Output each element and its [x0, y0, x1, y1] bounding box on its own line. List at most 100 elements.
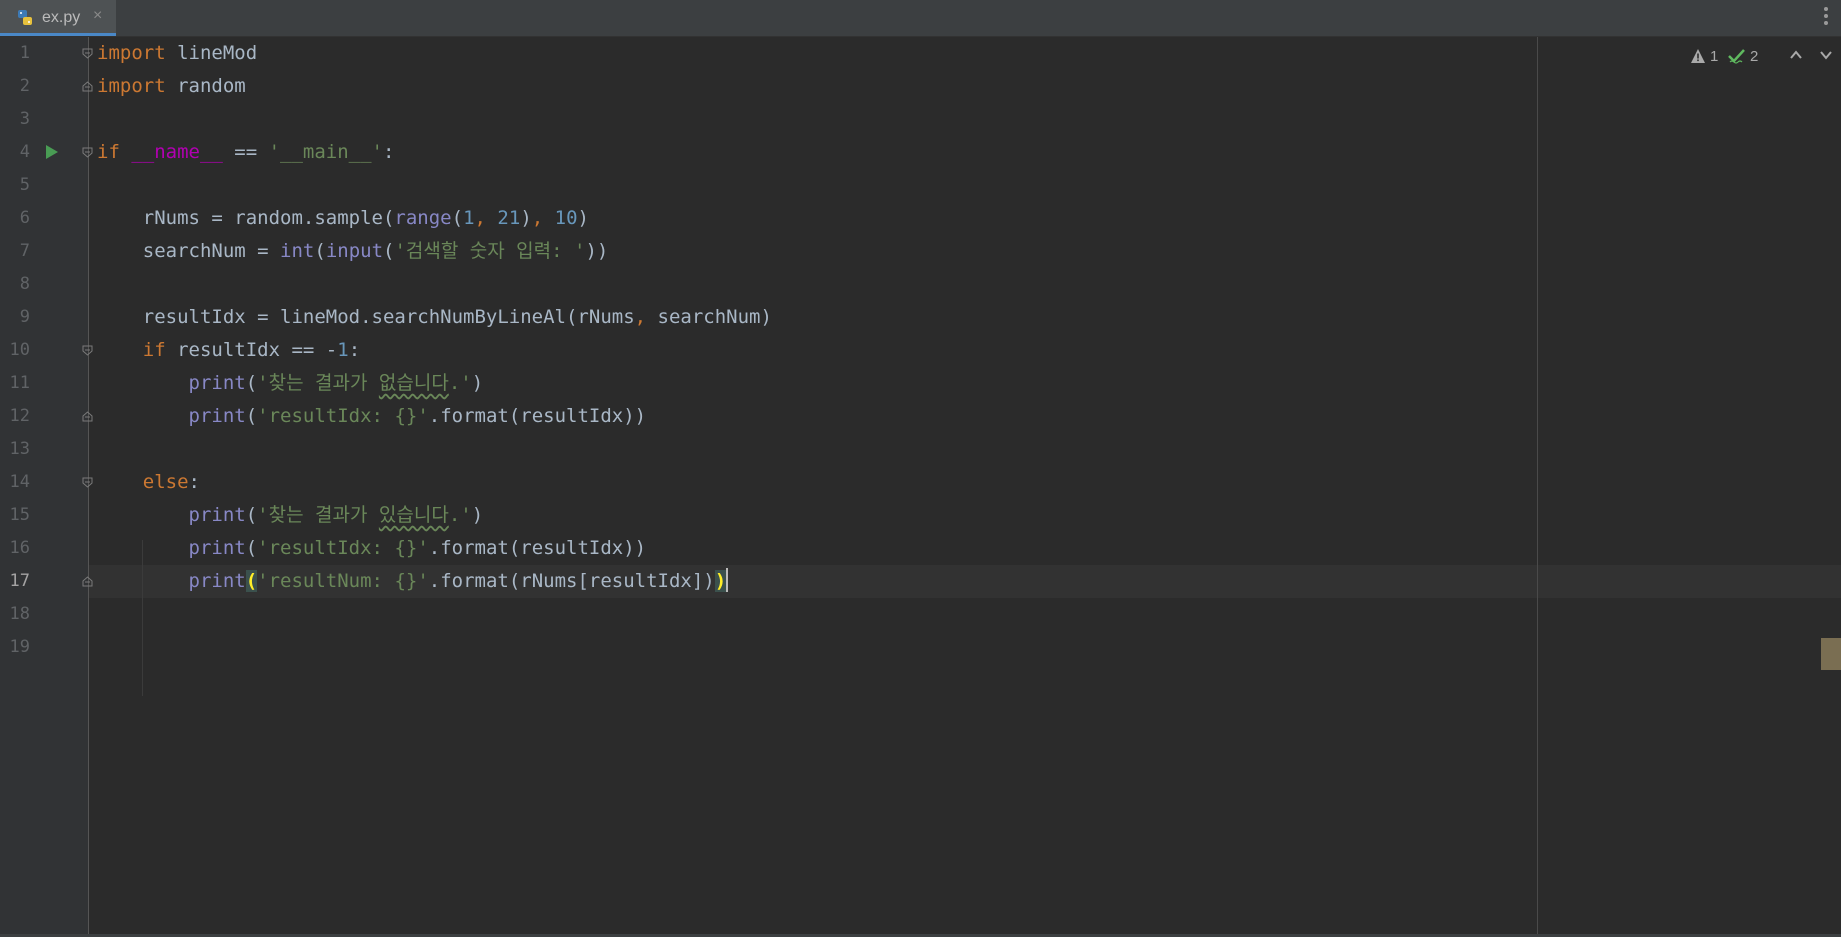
line-number: 3 — [19, 109, 30, 129]
code-token: : — [348, 339, 361, 361]
code-token: ( — [451, 207, 464, 229]
code-token: )) — [585, 240, 609, 262]
code-token: import — [97, 75, 178, 97]
warning-icon — [1691, 49, 1705, 63]
line-number: 8 — [19, 274, 30, 294]
line-number: 19 — [9, 637, 30, 657]
code-token: 10 — [554, 207, 578, 229]
weak-warning-count: 2 — [1750, 48, 1759, 65]
close-tab-icon[interactable]: × — [93, 7, 102, 25]
code-token: 1 — [337, 339, 349, 361]
code-token: searchNum) — [657, 306, 772, 328]
line-number: 11 — [9, 373, 30, 393]
line-number: 15 — [9, 505, 30, 525]
more-options-icon[interactable] — [1823, 6, 1829, 26]
line-number: 16 — [9, 538, 30, 558]
code-line[interactable]: rNums = random.sample(range(1, 21), 10) — [97, 202, 589, 235]
line-number: 5 — [19, 175, 30, 195]
code-line[interactable]: if __name__ == '__main__': — [97, 136, 394, 169]
code-token: == — [222, 141, 269, 163]
code-token: .format(resultIdx)) — [428, 405, 647, 427]
line-number: 7 — [19, 241, 30, 261]
chevron-up-icon[interactable] — [1790, 50, 1802, 60]
code-line[interactable]: resultIdx = lineMod.searchNumByLineAl(rN… — [97, 301, 772, 334]
code-token: ( — [245, 537, 258, 559]
code-line[interactable]: import lineMod — [97, 37, 257, 70]
code-token: ( — [245, 372, 258, 394]
code-token: ) — [471, 504, 484, 526]
python-file-icon — [18, 10, 32, 25]
tab-ex-py[interactable]: ex.py × — [0, 0, 116, 36]
code-token: .format(resultIdx)) — [428, 537, 647, 559]
code-editor[interactable]: import lineMod import random if __name__ =… — [89, 37, 1841, 937]
error-stripe-marker[interactable] — [1821, 638, 1841, 670]
code-token: '__main__' — [268, 141, 383, 163]
code-line[interactable]: searchNum = int(input('검색할 숫자 입력: ')) — [97, 235, 609, 268]
warning-count: 1 — [1710, 48, 1719, 65]
run-icon[interactable] — [45, 144, 59, 160]
line-number: 13 — [9, 439, 30, 459]
code-token: print — [188, 504, 246, 526]
code-token: '검색할 숫자 입력: ' — [394, 240, 586, 262]
code-token: ) — [520, 207, 532, 229]
code-token: resultIdx = lineMod.searchNumByLineAl(rN… — [97, 306, 635, 328]
chevron-down-icon[interactable] — [1820, 50, 1832, 60]
code-token: ( — [314, 240, 326, 262]
code-token: : — [383, 141, 395, 163]
code-token: ( — [245, 405, 258, 427]
tab-label: ex.py — [42, 9, 81, 26]
code-token: resultIdx == - — [177, 339, 338, 361]
code-token: 없습니다 — [378, 372, 449, 394]
code-line[interactable]: import random — [97, 70, 246, 103]
code-token: ) — [471, 372, 484, 394]
line-number: 10 — [9, 340, 30, 360]
code-token: rNums = random.sample( — [97, 207, 395, 229]
line-number: 17 — [9, 571, 30, 591]
line-number: 18 — [9, 604, 30, 624]
code-token: ) — [714, 570, 727, 592]
code-token: range — [394, 207, 452, 229]
code-line[interactable]: print('resultNum: {}'.format(rNums[resul… — [97, 565, 729, 598]
code-token: '찾는 결과가 — [257, 504, 379, 526]
code-line[interactable]: print('resultIdx: {}'.format(resultIdx)) — [97, 532, 647, 565]
line-number: 9 — [19, 307, 30, 327]
code-token: .format(rNums[resultIdx]) — [428, 570, 715, 592]
code-token: ( — [245, 504, 258, 526]
code-line[interactable]: print('찾는 결과가 있습니다.') — [97, 499, 484, 532]
code-token: if — [97, 339, 178, 361]
line-number: 6 — [19, 208, 30, 228]
code-token: random — [177, 75, 246, 97]
code-token: print — [188, 537, 246, 559]
code-token: else — [97, 471, 189, 493]
code-token: 21 — [497, 207, 521, 229]
code-token: 'resultNum: {}' — [257, 570, 429, 592]
code-token: , — [474, 207, 498, 229]
line-number: 14 — [9, 472, 30, 492]
code-line[interactable]: else: — [97, 466, 200, 499]
code-token: '찾는 결과가 — [257, 372, 379, 394]
code-token: 'resultIdx: {}' — [257, 405, 429, 427]
code-token: import — [97, 42, 178, 64]
code-token: input — [325, 240, 384, 262]
code-line[interactable]: print('찾는 결과가 없습니다.') — [97, 367, 484, 400]
code-token: .' — [448, 504, 472, 526]
code-token: 있습니다 — [378, 504, 449, 526]
text-caret — [726, 568, 729, 592]
code-token: print — [188, 372, 246, 394]
code-token: lineMod — [177, 42, 258, 64]
code-line[interactable]: if resultIdx == -1: — [97, 334, 360, 367]
code-token: __name__ — [131, 141, 223, 163]
code-token: : — [188, 471, 200, 493]
line-number: 1 — [19, 43, 30, 63]
line-number: 12 — [9, 406, 30, 426]
code-token: int — [280, 240, 315, 262]
code-line[interactable]: print('resultIdx: {}'.format(resultIdx)) — [97, 400, 647, 433]
code-token: , — [634, 306, 658, 328]
line-number: 4 — [19, 142, 30, 162]
code-token: 1 — [463, 207, 475, 229]
code-token: , — [531, 207, 555, 229]
